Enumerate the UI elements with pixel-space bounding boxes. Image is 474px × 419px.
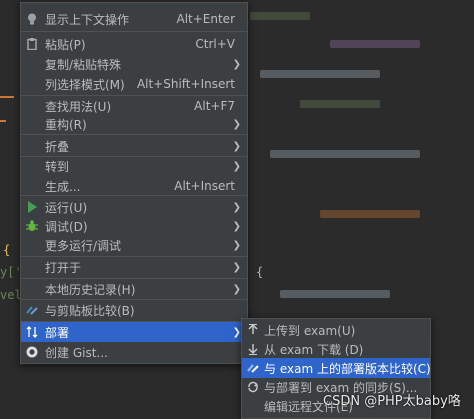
code-fragment: { <box>3 243 11 257</box>
menu-item-shortcut: Alt+Insert <box>174 179 235 193</box>
code-line <box>320 210 420 218</box>
menu-item-label: 更多运行/调试 <box>45 238 122 253</box>
code-line <box>300 100 380 108</box>
chevron-right-icon: ❯ <box>232 326 241 338</box>
menu-item-show-context-actions[interactable]: 显示上下文操作 Alt+Enter <box>21 9 247 29</box>
menu-item-label: 运行(U) <box>45 200 88 215</box>
menu-item-label: 列选择模式(M) <box>45 77 125 92</box>
context-menu: 显示上下文操作 Alt+Enter 粘贴(P) Ctrl+V 复制/粘贴特殊 ❯… <box>20 2 248 364</box>
menu-item-column-selection[interactable]: 列选择模式(M) Alt+Shift+Insert <box>21 74 247 94</box>
chevron-right-icon: ❯ <box>232 140 241 152</box>
menu-item-create-gist[interactable]: 创建 Gist... <box>21 342 247 362</box>
menu-separator <box>21 134 247 135</box>
menu-item-compare-clipboard[interactable]: 与剪贴板比较(B) <box>21 300 247 320</box>
menu-item-label: 打开于 <box>45 260 82 275</box>
code-line <box>270 150 420 158</box>
gutter-marker <box>0 120 6 122</box>
debug-icon <box>26 220 38 232</box>
menu-item-label: 折叠 <box>45 139 70 154</box>
menu-separator <box>21 31 247 32</box>
submenu-item-label: 从 exam 下载 (D) <box>264 342 364 357</box>
chevron-right-icon: ❯ <box>232 261 241 273</box>
code-line <box>260 70 380 78</box>
menu-item-label: 生成... <box>45 179 81 194</box>
code-line <box>280 290 390 298</box>
code-fragment: y[' <box>0 265 22 279</box>
menu-item-local-history[interactable]: 本地历史记录(H) ❯ <box>21 279 247 299</box>
code-line <box>250 12 310 20</box>
bulb-icon <box>26 13 38 25</box>
chevron-right-icon: ❯ <box>232 118 241 130</box>
menu-item-paste[interactable]: 粘贴(P) Ctrl+V <box>21 34 247 54</box>
menu-item-label: 与剪贴板比较(B) <box>45 303 135 318</box>
code-fragment: vel <box>0 288 22 302</box>
watermark: CSDN @PHP太baby咯 <box>323 394 461 409</box>
gutter-marker <box>0 96 14 98</box>
menu-item-debug[interactable]: 调试(D) ❯ <box>21 216 247 236</box>
submenu-item-label: 上传到 exam(U) <box>264 323 356 338</box>
code-line <box>330 40 420 48</box>
menu-item-copy-paste-special[interactable]: 复制/粘贴特殊 ❯ <box>21 54 247 74</box>
chevron-right-icon: ❯ <box>232 283 241 295</box>
menu-item-label: 转到 <box>45 159 70 174</box>
sync-icon <box>247 381 259 393</box>
menu-item-label: 复制/粘贴特殊 <box>45 57 122 72</box>
compare-icon <box>247 362 259 374</box>
menu-item-shortcut: Ctrl+V <box>195 37 235 51</box>
menu-item-deploy[interactable]: 部署 ❯ <box>21 322 247 342</box>
submenu-item-download[interactable]: 从 exam 下载 (D) <box>242 339 430 359</box>
chevron-right-icon: ❯ <box>232 239 241 251</box>
menu-item-label: 本地历史记录(H) <box>45 282 136 297</box>
chevron-right-icon: ❯ <box>232 160 241 172</box>
menu-separator <box>21 195 247 196</box>
chevron-right-icon: ❯ <box>232 220 241 232</box>
menu-item-goto[interactable]: 转到 ❯ <box>21 156 247 176</box>
download-icon <box>247 343 259 355</box>
menu-item-find-usages[interactable]: 查找用法(U) Alt+F7 <box>21 96 247 116</box>
run-icon <box>26 201 38 213</box>
submenu-item-label: 与 exam 上的部署版本比较(C) <box>264 361 431 376</box>
clipboard-icon <box>26 38 38 50</box>
menu-item-label: 创建 Gist... <box>45 345 108 360</box>
upload-icon <box>247 324 259 336</box>
menu-item-shortcut: Alt+Shift+Insert <box>136 77 235 91</box>
submenu-item-compare-deployed[interactable]: 与 exam 上的部署版本比较(C) <box>242 358 431 378</box>
code-fragment: { <box>256 265 264 279</box>
menu-item-shortcut: Alt+Enter <box>176 12 235 26</box>
menu-item-label: 查找用法(U) <box>45 99 112 114</box>
menu-item-label: 重构(R) <box>45 117 87 132</box>
menu-item-run[interactable]: 运行(U) ❯ <box>21 197 247 217</box>
submenu-item-upload[interactable]: 上传到 exam(U) <box>242 320 430 340</box>
menu-item-label: 调试(D) <box>45 219 88 234</box>
chevron-right-icon: ❯ <box>232 201 241 213</box>
chevron-right-icon: ❯ <box>232 58 241 70</box>
github-icon <box>26 346 38 358</box>
menu-item-refactor[interactable]: 重构(R) ❯ <box>21 114 247 134</box>
menu-item-more-run-debug[interactable]: 更多运行/调试 ❯ <box>21 235 247 255</box>
menu-item-generate[interactable]: 生成... Alt+Insert <box>21 176 247 196</box>
menu-item-label: 部署 <box>45 325 70 340</box>
menu-item-label: 显示上下文操作 <box>45 12 130 27</box>
menu-item-shortcut: Alt+F7 <box>194 99 235 113</box>
menu-item-fold[interactable]: 折叠 ❯ <box>21 136 247 156</box>
deploy-icon <box>26 326 38 338</box>
compare-icon <box>26 304 38 316</box>
menu-item-label: 粘贴(P) <box>45 37 86 52</box>
menu-item-open-in[interactable]: 打开于 ❯ <box>21 257 247 277</box>
